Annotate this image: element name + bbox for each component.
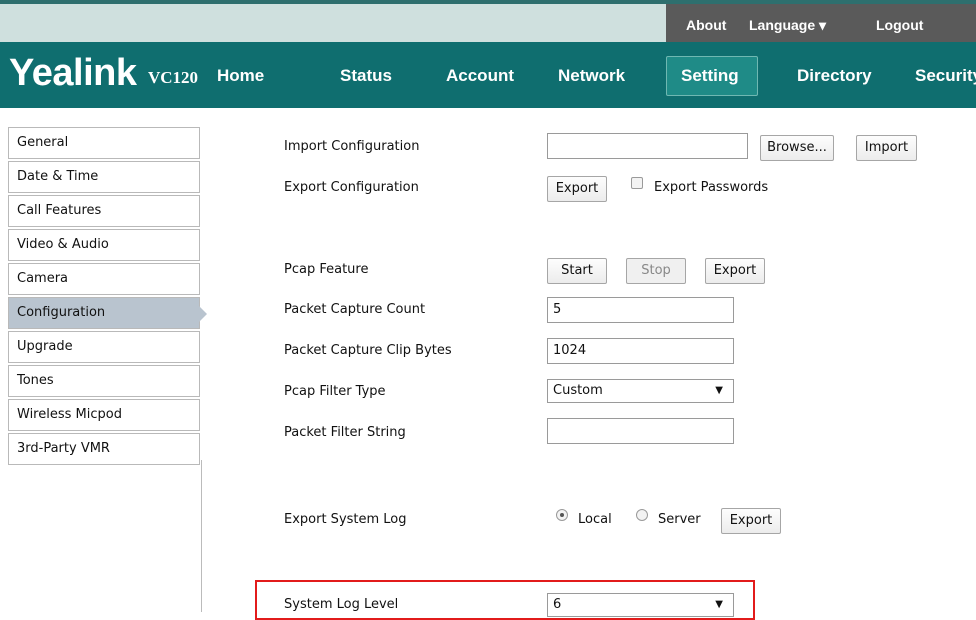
pcap-filter-type-label: Pcap Filter Type: [284, 384, 386, 399]
packet-capture-count-label: Packet Capture Count: [284, 302, 426, 317]
nav-network[interactable]: Network: [558, 66, 625, 86]
sidebar-item-video-audio[interactable]: Video & Audio: [8, 229, 200, 261]
nav-security[interactable]: Security: [915, 66, 976, 86]
log-server-label: Server: [658, 512, 701, 527]
sidebar-divider: [201, 460, 202, 612]
system-log-level-value: 6: [553, 597, 562, 612]
log-local-radio[interactable]: [556, 509, 568, 521]
import-config-label: Import Configuration: [284, 139, 420, 154]
browse-button[interactable]: Browse...: [760, 135, 834, 161]
system-log-level-label: System Log Level: [284, 597, 399, 612]
sidebar-item-tones[interactable]: Tones: [8, 365, 200, 397]
sidebar-item-general[interactable]: General: [8, 127, 200, 159]
packet-capture-clip-bytes-label: Packet Capture Clip Bytes: [284, 343, 452, 358]
pcap-export-button[interactable]: Export: [705, 258, 765, 284]
settings-sidebar: General Date & Time Call Features Video …: [8, 127, 207, 467]
pcap-filter-type-select[interactable]: Custom ▼: [547, 379, 734, 403]
sidebar-item-3rd-party-vmr[interactable]: 3rd-Party VMR: [8, 433, 200, 465]
system-log-level-select[interactable]: 6 ▼: [547, 593, 734, 617]
language-menu[interactable]: Language ▾: [749, 17, 826, 34]
log-server-radio[interactable]: [636, 509, 648, 521]
log-local-label: Local: [578, 512, 612, 527]
about-link[interactable]: About: [686, 17, 726, 33]
top-bar: About Language ▾ Logout: [0, 0, 976, 42]
sidebar-item-camera[interactable]: Camera: [8, 263, 200, 295]
export-passwords-label: Export Passwords: [654, 180, 769, 195]
nav-setting[interactable]: Setting: [681, 66, 739, 86]
export-system-log-button[interactable]: Export: [721, 508, 781, 534]
nav-home[interactable]: Home: [217, 66, 264, 86]
export-config-label: Export Configuration: [284, 180, 419, 195]
logout-link[interactable]: Logout: [876, 17, 923, 33]
sidebar-item-configuration[interactable]: Configuration: [8, 297, 207, 329]
yealink-logo: Yealink: [9, 52, 137, 94]
sidebar-item-date-time[interactable]: Date & Time: [8, 161, 200, 193]
export-system-log-label: Export System Log: [284, 512, 407, 527]
import-config-file-input[interactable]: [547, 133, 748, 159]
model-label: VC120: [148, 68, 199, 87]
nav-status[interactable]: Status: [340, 66, 392, 86]
sidebar-item-call-features[interactable]: Call Features: [8, 195, 200, 227]
nav-account[interactable]: Account: [446, 66, 514, 86]
packet-capture-clip-bytes-input[interactable]: 1024: [547, 338, 734, 364]
main-nav: Yealink VC120 Home Status Account Networ…: [0, 42, 976, 108]
sidebar-item-upgrade[interactable]: Upgrade: [8, 331, 200, 363]
nav-directory[interactable]: Directory: [797, 66, 872, 86]
packet-filter-string-input[interactable]: [547, 418, 734, 444]
pcap-feature-label: Pcap Feature: [284, 262, 369, 277]
pcap-stop-button[interactable]: Stop: [626, 258, 686, 284]
packet-filter-string-label: Packet Filter String: [284, 425, 406, 440]
export-passwords-checkbox[interactable]: [631, 177, 643, 189]
sidebar-item-wireless-micpod[interactable]: Wireless Micpod: [8, 399, 200, 431]
pcap-filter-type-value: Custom: [553, 383, 603, 398]
export-config-button[interactable]: Export: [547, 176, 607, 202]
import-button[interactable]: Import: [856, 135, 917, 161]
packet-capture-count-input[interactable]: 5: [547, 297, 734, 323]
pcap-start-button[interactable]: Start: [547, 258, 607, 284]
top-links: About Language ▾ Logout: [666, 4, 976, 42]
dropdown-arrow-icon: ▼: [715, 599, 723, 610]
dropdown-arrow-icon: ▼: [715, 385, 723, 396]
